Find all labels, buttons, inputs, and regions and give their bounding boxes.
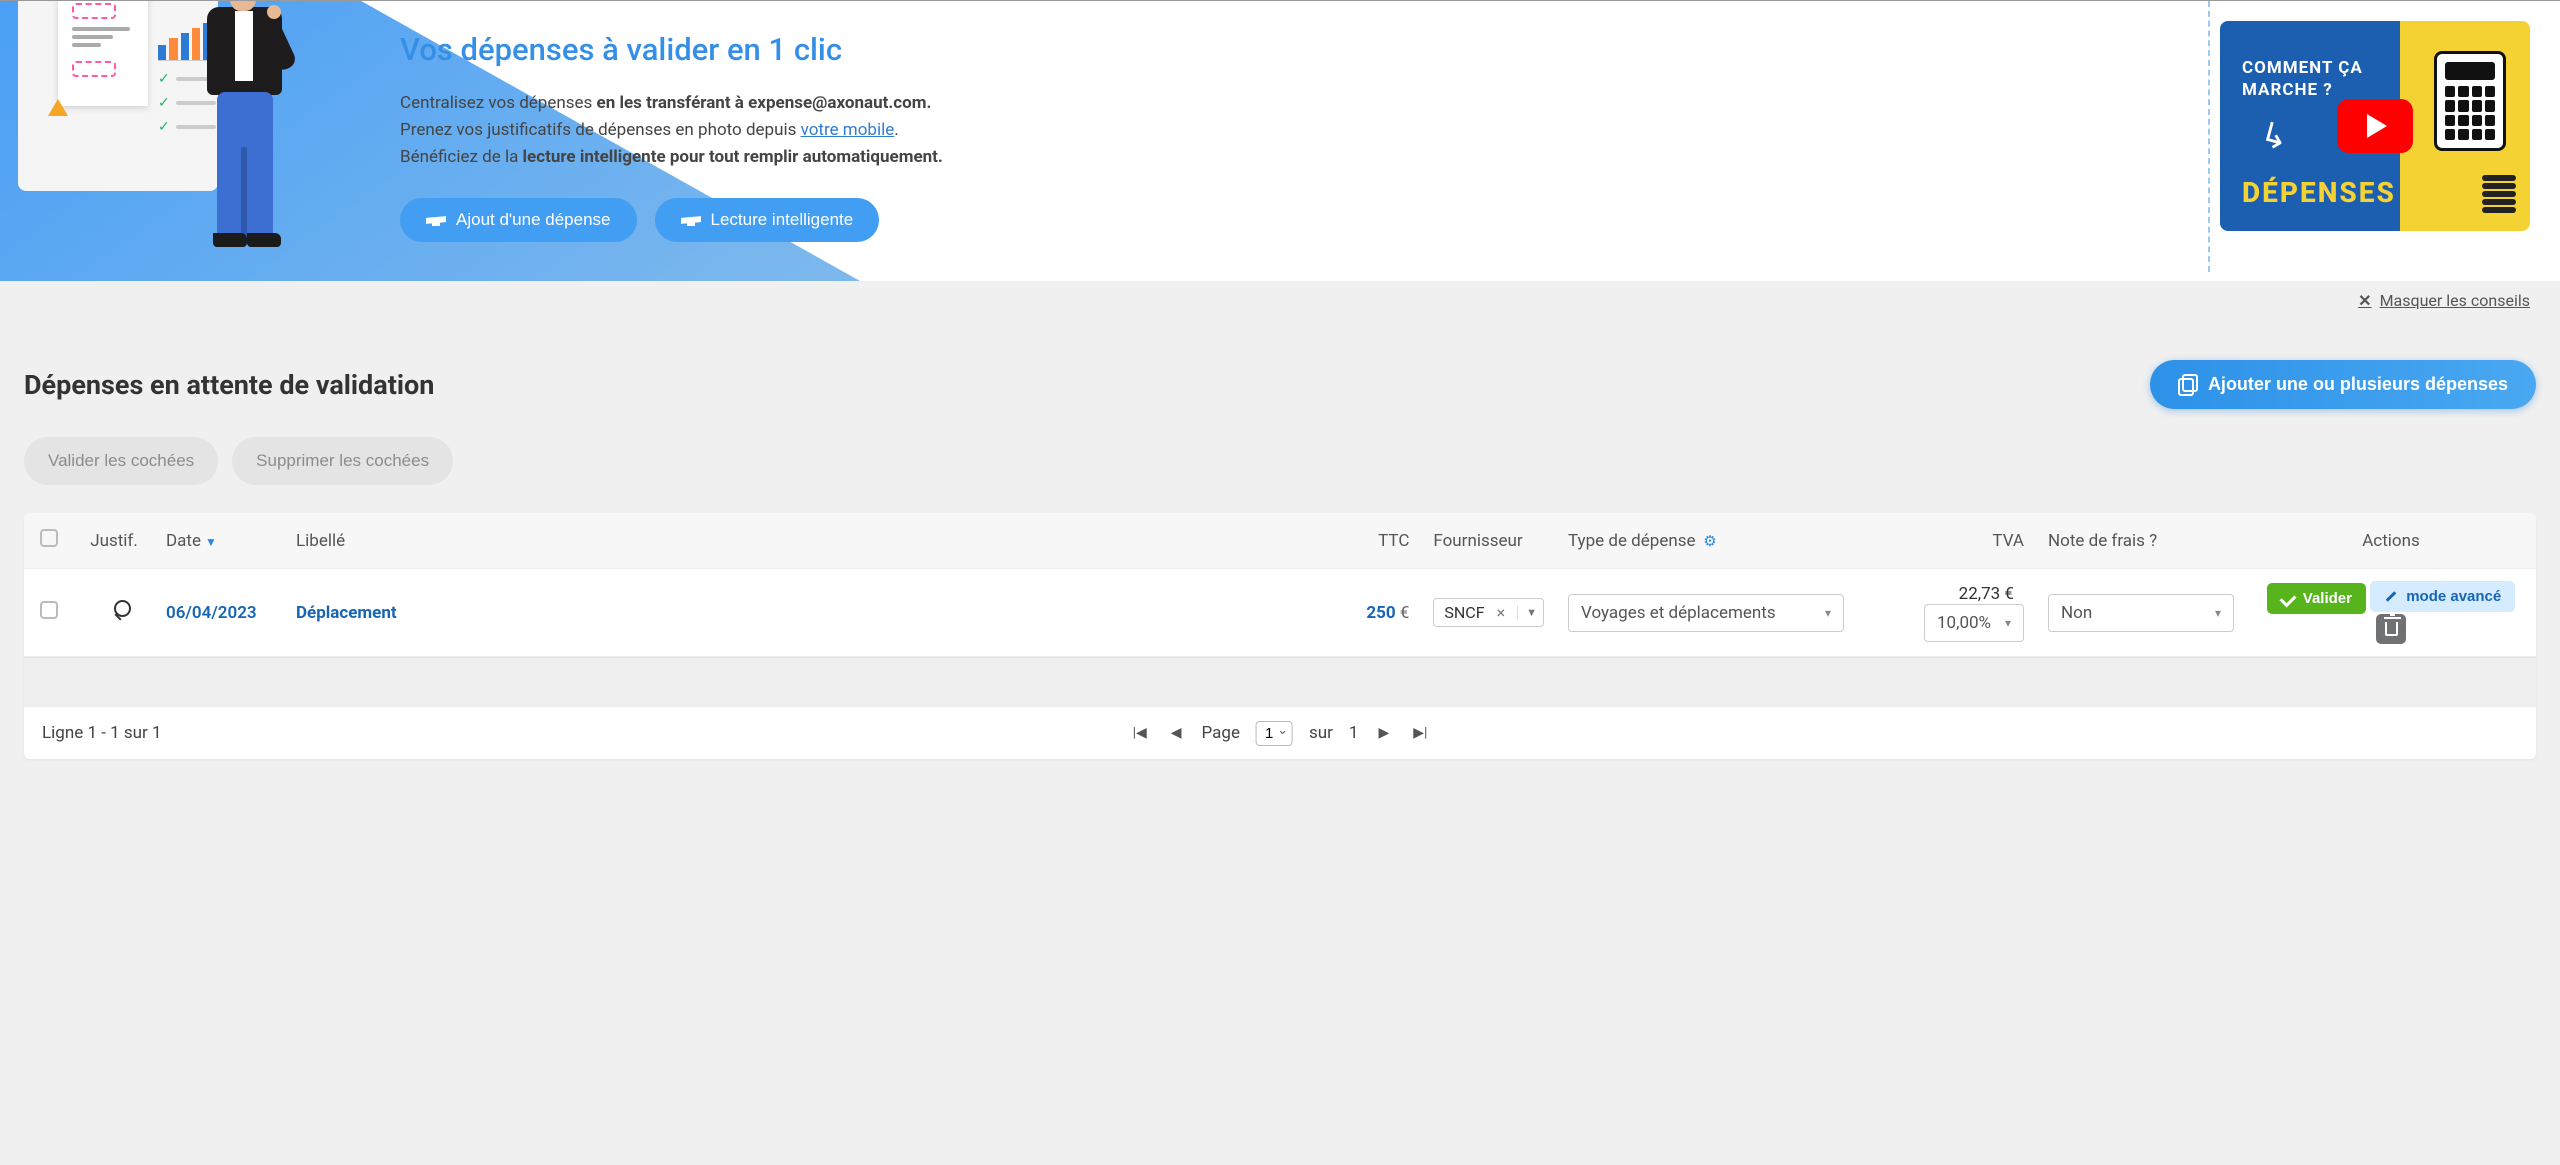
pager-summary: Ligne 1 - 1 sur 1 [42,723,162,743]
col-libelle[interactable]: Libellé [284,513,1341,569]
smart-read-label: Lecture intelligente [711,210,854,230]
row-date[interactable]: 06/04/2023 [166,603,257,623]
pager-total: 1 [1349,723,1359,743]
hero-mobile-link[interactable]: votre mobile [801,120,895,140]
advanced-label: mode avancé [2406,588,2501,605]
note-frais-select[interactable]: Non ▾ [2048,594,2234,632]
add-expense-label: Ajout d'une dépense [456,210,611,230]
table-empty-band [24,657,2536,707]
col-fournisseur[interactable]: Fournisseur [1421,513,1556,569]
supplier-value: SNCF [1444,603,1484,622]
video-caption: COMMENT ÇA MARCHE ? [2242,57,2363,101]
col-type[interactable]: Type de dépense ⚙ [1556,513,1856,569]
close-icon: ✕ [2358,291,2371,310]
pager-page-select[interactable]: 1 [1256,721,1293,746]
chevron-down-icon: ▾ [2215,606,2221,620]
col-actions: Actions [2246,513,2536,569]
graduation-cap-icon [426,213,446,227]
hero-line3-pre: Bénéficiez de la [400,147,523,167]
gear-icon[interactable]: ⚙ [1700,532,1717,550]
table-header-row: Justif. Date▼ Libellé TTC Fournisseur Ty… [24,513,2536,569]
col-ttc[interactable]: TTC [1341,513,1421,569]
row-libelle[interactable]: Déplacement [296,603,397,623]
add-expenses-label: Ajouter une ou plusieurs dépenses [2208,374,2508,395]
validate-label: Valider [2303,590,2352,607]
delete-checked-button[interactable]: Supprimer les cochées [232,437,453,485]
expense-type-select[interactable]: Voyages et déplacements ▾ [1568,594,1844,632]
row-ttc-cur: € [1396,603,1410,623]
chevron-down-icon: ▾ [2005,616,2011,630]
smart-read-button[interactable]: Lecture intelligente [655,198,880,242]
magnifier-icon[interactable] [104,600,124,620]
row-ttc-amount: 250 [1366,603,1395,623]
col-tva[interactable]: TVA [1856,513,2036,569]
expenses-table: Justif. Date▼ Libellé TTC Fournisseur Ty… [24,513,2536,759]
clear-icon[interactable]: × [1493,603,1510,622]
hide-tips-label: Masquer les conseils [2380,291,2530,310]
pager-sur: sur [1309,723,1333,743]
graduation-cap-icon [681,213,701,227]
add-expenses-button[interactable]: Ajouter une ou plusieurs dépenses [2150,360,2536,409]
pager-next-icon[interactable]: ▶ [1374,721,1393,745]
pager-first-icon[interactable]: |◀ [1129,721,1151,745]
play-icon [2337,99,2413,153]
pager-prev-icon[interactable]: ◀ [1167,721,1186,745]
sort-desc-icon: ▼ [205,535,217,549]
hero-video-area: COMMENT ÇA MARCHE ? ↳ DÉPENSES [2210,1,2560,251]
validate-checked-button[interactable]: Valider les cochées [24,437,218,485]
hero-line3-bold: lecture intelligente pour tout remplir a… [523,147,943,167]
hide-tips-bar: ✕ Masquer les conseils [0,281,2560,316]
hide-tips-link[interactable]: ✕ Masquer les conseils [2358,291,2530,310]
tva-rate-select[interactable]: 10,00% ▾ [1924,604,2024,642]
hero-title: Vos dépenses à valider en 1 clic [400,31,2168,68]
advanced-mode-button[interactable]: mode avancé [2370,581,2515,612]
pager-page-label: Page [1202,723,1240,743]
trash-icon [2385,622,2398,636]
coins-icon [2482,173,2516,213]
col-date[interactable]: Date▼ [154,513,284,569]
col-note[interactable]: Note de frais ? [2036,513,2246,569]
video-title: DÉPENSES [2242,176,2396,209]
hero-line2-pre: Prenez vos justificatifs de dépenses en … [400,120,801,140]
arrow-icon: ↳ [2255,114,2293,160]
col-justif[interactable]: Justif. [74,513,154,569]
pager-last-icon[interactable]: ▶| [1409,721,1431,745]
hero-content: Vos dépenses à valider en 1 clic Central… [360,1,2210,272]
chevron-down-icon: ▾ [1825,606,1831,620]
add-expense-button[interactable]: Ajout d'une dépense [400,198,637,242]
note-frais-value: Non [2061,603,2092,623]
hero-line2-post: . [894,120,898,140]
hero-line1-pre: Centralisez vos dépenses [400,93,597,113]
row-checkbox[interactable] [40,601,58,619]
hero-text: Centralisez vos dépenses en les transfér… [400,90,2168,172]
hero-illustration: ✓✓✓ [0,1,360,281]
supplier-input[interactable]: SNCF × ▼ [1433,598,1544,627]
select-all-checkbox[interactable] [40,529,58,547]
hero-line1-bold: en les transférant à expense@axonaut.com… [597,93,932,113]
chevron-down-icon[interactable]: ▼ [1517,606,1537,619]
calculator-icon [2434,51,2506,151]
page-title: Dépenses en attente de validation [24,369,434,401]
copy-icon [2178,376,2196,394]
check-icon [2279,590,2296,607]
tva-amount: 22,73 € [1959,584,2014,604]
hero-panel: ✓✓✓ Vos dépenses à valider en 1 clic [0,0,2560,281]
pencil-icon [2384,590,2398,604]
table-row: 06/04/2023 Déplacement 250 € SNCF × ▼ [24,569,2536,657]
expense-type-value: Voyages et déplacements [1581,603,1776,623]
video-thumbnail[interactable]: COMMENT ÇA MARCHE ? ↳ DÉPENSES [2220,21,2530,231]
validate-button[interactable]: Valider [2267,583,2366,614]
pager: Ligne 1 - 1 sur 1 |◀ ◀ Page 1 sur 1 ▶ ▶| [24,707,2536,759]
delete-button[interactable] [2376,614,2406,644]
tva-rate-value: 10,00% [1937,613,1991,633]
